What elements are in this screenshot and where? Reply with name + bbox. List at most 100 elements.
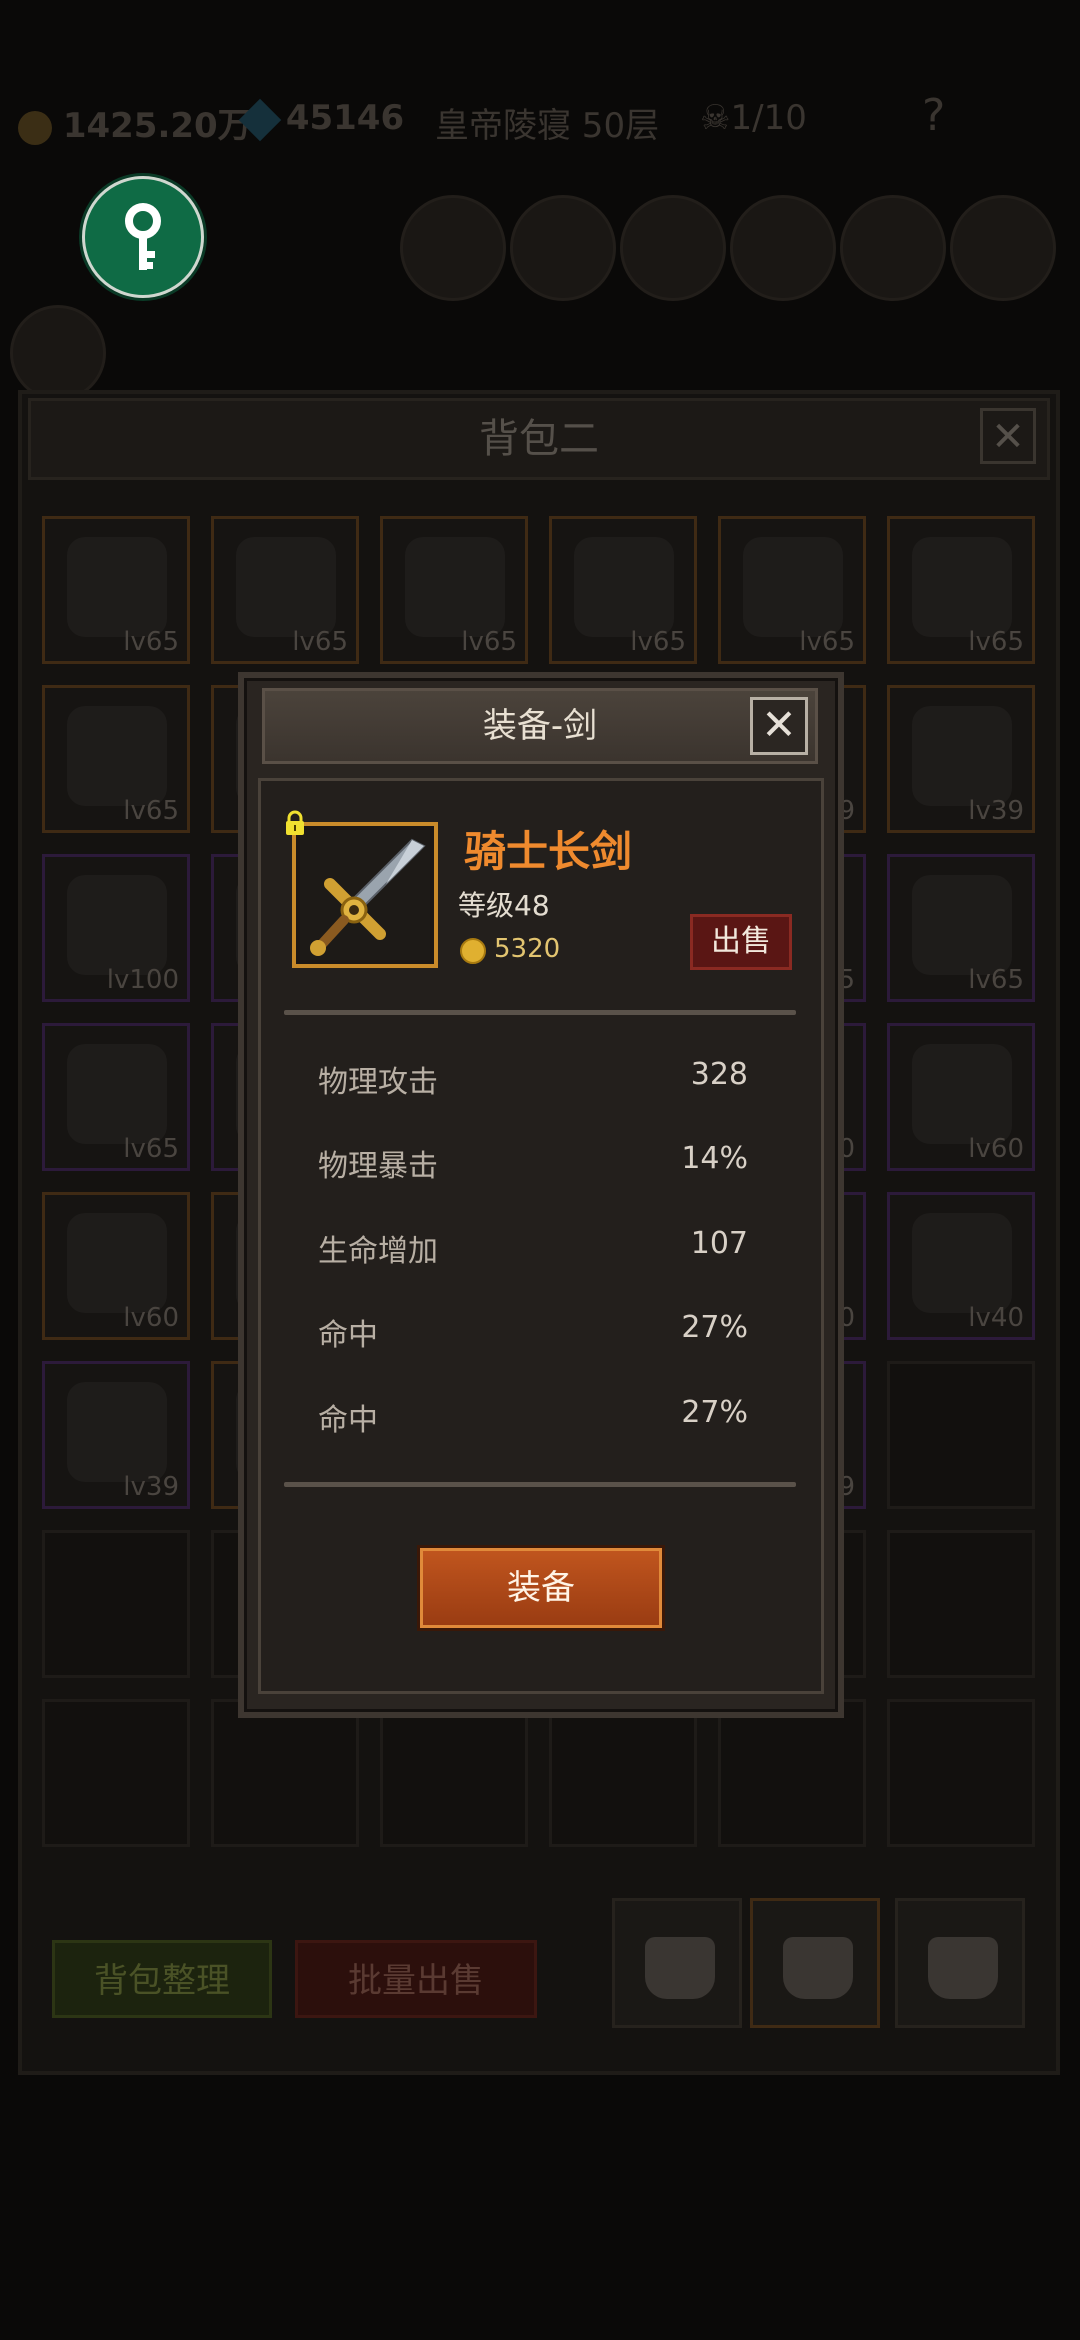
stat-value: 107 <box>690 1226 748 1261</box>
item-level-badge: lv65 <box>123 627 179 657</box>
inventory-cell[interactable] <box>718 1699 866 1847</box>
item-level-badge: lv39 <box>968 796 1024 826</box>
backpack-tab-3[interactable] <box>895 1898 1025 2028</box>
backpack-icon <box>928 1937 998 1999</box>
equip-slot[interactable] <box>950 195 1056 301</box>
inventory-cell[interactable]: lv65 <box>887 854 1035 1002</box>
stat-label: 生命增加 <box>318 1234 438 1269</box>
stat-value: 27% <box>681 1395 748 1430</box>
sort-bag-button[interactable]: 背包整理 <box>52 1940 272 2018</box>
inventory-cell[interactable] <box>887 1530 1035 1678</box>
item-level-badge: lv39 <box>123 1472 179 1502</box>
close-icon[interactable]: ✕ <box>750 697 808 755</box>
inventory-cell[interactable] <box>887 1361 1035 1509</box>
dialog-title: 装备-剑 <box>262 688 818 764</box>
inventory-cell[interactable]: lv65 <box>718 516 866 664</box>
item-thumbnail <box>67 1044 167 1144</box>
gold-counter: 1425.20万 <box>18 98 252 147</box>
bulk-sell-button[interactable]: 批量出售 <box>295 1940 537 2018</box>
backpack-tab-2[interactable] <box>750 1898 880 2028</box>
item-name: 骑士长剑 <box>464 827 633 876</box>
inventory-cell[interactable] <box>211 1699 359 1847</box>
equip-slot[interactable] <box>730 195 836 301</box>
item-level-badge: lv60 <box>968 1134 1024 1164</box>
inventory-cell[interactable] <box>42 1530 190 1678</box>
stat-value: 14% <box>681 1141 748 1176</box>
inventory-cell[interactable]: lv65 <box>211 516 359 664</box>
item-level: 等级48 <box>458 889 550 922</box>
backpack-close-button[interactable]: ✕ <box>980 408 1036 464</box>
stat-label: 物理暴击 <box>318 1149 438 1184</box>
item-level-badge: lv65 <box>630 627 686 657</box>
item-level-badge: lv65 <box>292 627 348 657</box>
item-price: 5320 <box>494 934 561 964</box>
item-thumbnail <box>67 537 167 637</box>
stat-label: 命中 <box>318 1318 378 1353</box>
inventory-cell[interactable]: lv100 <box>42 854 190 1002</box>
help-icon[interactable]: ? <box>922 90 945 141</box>
gold-coin-icon <box>18 110 52 145</box>
item-level-badge: lv40 <box>968 1303 1024 1333</box>
item-thumbnail <box>405 537 505 637</box>
item-thumbnail <box>912 1044 1012 1144</box>
item-level-badge: lv65 <box>123 796 179 826</box>
item-level-badge: lv60 <box>123 1303 179 1333</box>
item-thumbnail <box>67 1213 167 1313</box>
item-level-badge: lv65 <box>123 1134 179 1164</box>
item-icon-frame[interactable] <box>292 822 438 968</box>
inventory-cell[interactable]: lv40 <box>887 1192 1035 1340</box>
inventory-cell[interactable]: lv65 <box>42 516 190 664</box>
lock-icon[interactable] <box>282 810 308 836</box>
key-icon <box>125 203 161 270</box>
item-thumbnail <box>743 537 843 637</box>
inventory-cell[interactable]: lv65 <box>380 516 528 664</box>
dungeon-floor[interactable]: 皇帝陵寝 50层 <box>435 98 659 147</box>
item-level-badge: lv100 <box>106 965 179 995</box>
hero-avatar[interactable] <box>10 305 106 401</box>
equip-slot[interactable] <box>620 195 726 301</box>
inventory-cell[interactable] <box>42 1699 190 1847</box>
inventory-cell[interactable]: lv65 <box>549 516 697 664</box>
top-resource-bar: 1425.20万 45146 皇帝陵寝 50层 ☠1/10 ? <box>0 90 1080 160</box>
inventory-cell[interactable]: lv65 <box>42 1023 190 1171</box>
item-thumbnail <box>574 537 674 637</box>
gold-coin-icon <box>460 938 486 964</box>
inventory-cell[interactable]: lv39 <box>42 1361 190 1509</box>
gem-icon <box>238 98 282 141</box>
item-thumbnail <box>912 875 1012 975</box>
item-thumbnail <box>67 875 167 975</box>
sword-icon <box>300 830 430 960</box>
backpack-icon <box>645 1937 715 1999</box>
equip-slot[interactable] <box>510 195 616 301</box>
item-thumbnail <box>67 706 167 806</box>
equip-slot[interactable] <box>400 195 506 301</box>
item-thumbnail <box>912 706 1012 806</box>
inventory-cell[interactable]: lv60 <box>887 1023 1035 1171</box>
key-button[interactable] <box>82 176 204 298</box>
backpack-tab-1[interactable] <box>612 1898 742 2028</box>
inventory-cell[interactable]: lv39 <box>887 685 1035 833</box>
inventory-cell[interactable]: lv65 <box>887 516 1035 664</box>
equip-slot[interactable] <box>840 195 946 301</box>
inventory-cell[interactable] <box>549 1699 697 1847</box>
inventory-cell[interactable]: lv65 <box>42 685 190 833</box>
inventory-cell[interactable] <box>380 1699 528 1847</box>
item-level-badge: lv65 <box>799 627 855 657</box>
gem-counter: 45146 <box>238 98 404 141</box>
inventory-cell[interactable]: lv60 <box>42 1192 190 1340</box>
inventory-cell[interactable] <box>887 1699 1035 1847</box>
stat-value: 27% <box>681 1310 748 1345</box>
backpack-icon <box>783 1937 853 1999</box>
equip-button[interactable]: 装备 <box>420 1548 662 1628</box>
item-level-badge: lv65 <box>461 627 517 657</box>
item-thumbnail <box>236 537 336 637</box>
divider <box>284 1482 796 1487</box>
stat-label: 物理攻击 <box>318 1065 438 1100</box>
item-thumbnail <box>912 537 1012 637</box>
backpack-title: 背包二 <box>28 398 1050 480</box>
item-level-badge: lv65 <box>968 965 1024 995</box>
skull-counter: ☠1/10 <box>700 98 807 138</box>
divider <box>284 1010 796 1015</box>
sell-button[interactable]: 出售 <box>690 914 792 970</box>
item-thumbnail <box>67 1382 167 1482</box>
